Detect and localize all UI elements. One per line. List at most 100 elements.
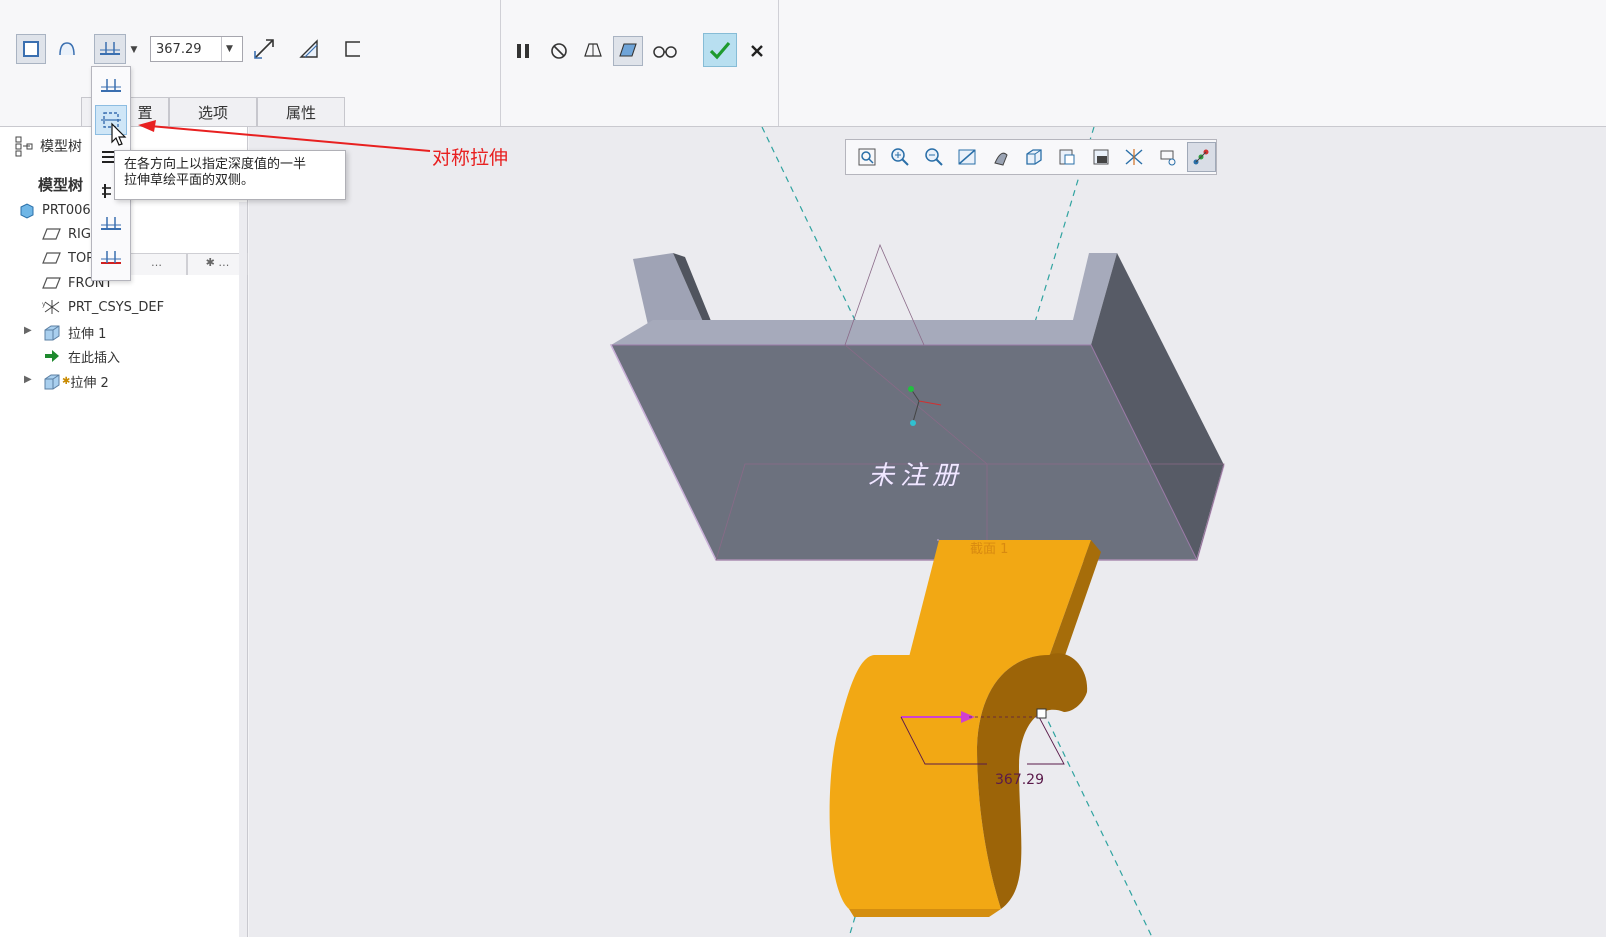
glasses-preview-button[interactable] [650, 36, 680, 66]
saved-views-icon [1026, 149, 1042, 165]
camera-icon [1093, 149, 1109, 165]
preview-geometry-button[interactable] [578, 36, 608, 66]
panel-mini-tabs: … ✱ … [126, 253, 248, 275]
ok-button[interactable] [703, 33, 737, 67]
blind-depth-icon [101, 79, 121, 92]
zoom-out-button[interactable] [919, 142, 948, 172]
svg-text:y: y [42, 301, 46, 308]
zoom-in-button[interactable] [885, 142, 914, 172]
perspective-view-button[interactable] [1086, 142, 1115, 172]
tree-item-right-plane[interactable]: RIG [42, 223, 91, 245]
spin-center-icon [1193, 149, 1209, 165]
tree-item-insert-here[interactable]: 在此插入 [42, 345, 120, 367]
chevron-down-icon[interactable]: ▼ [221, 37, 237, 61]
tree-item-extrude-1[interactable]: ▶ 拉伸 1 [24, 321, 107, 343]
tree-item-label: 拉伸 2 [70, 375, 109, 391]
depth-value: 367.29 [156, 41, 202, 57]
datum-display-button[interactable] [1120, 142, 1149, 172]
no-preview-button[interactable] [544, 36, 574, 66]
tooltip-line-1: 在各方向上以指定深度值的一半 [124, 157, 307, 172]
expand-arrow-icon[interactable]: ▶ [24, 374, 32, 385]
depth-option-to-intersect[interactable] [95, 243, 127, 273]
tree-item-label: PRT_CSYS_DEF [68, 299, 165, 315]
repaint-icon [958, 149, 976, 165]
u-part-top-rim [611, 320, 1091, 345]
depth-option-to-selected[interactable] [95, 209, 127, 239]
tree-item-part[interactable]: PRT006 [18, 199, 91, 221]
graphics-window[interactable] [249, 127, 1606, 937]
section-label: 截面 1 [970, 542, 1009, 557]
tree-item-label: 拉伸 1 [68, 326, 107, 342]
glasses-icon [653, 46, 677, 58]
no-preview-icon [551, 43, 567, 59]
ribbon: ▼ 367.29 ▼ 置 选项 属性 [0, 0, 1606, 127]
annotation-display-button[interactable] [1153, 142, 1182, 172]
model-tree-icon [15, 136, 33, 157]
datum-plane-icon [42, 277, 61, 289]
depth-option-blind[interactable] [95, 71, 127, 101]
saved-orientations-button[interactable] [1019, 142, 1048, 172]
zoom-out-icon [924, 148, 943, 166]
display-style-icon [993, 152, 1008, 166]
model-viewport[interactable] [249, 127, 1606, 937]
depth-dimension-label[interactable]: 367.29 [995, 772, 1044, 788]
expand-arrow-icon[interactable]: ▶ [24, 325, 32, 336]
unregistered-watermark: 未注册 [868, 461, 965, 491]
thicken-icon [345, 41, 360, 57]
annotation-display-icon [1160, 150, 1176, 166]
solid-extrude-button[interactable] [16, 34, 46, 64]
datum-display-icon [1125, 149, 1143, 165]
remove-material-button[interactable] [294, 34, 324, 64]
model-tree-subheader: 模型树 [38, 176, 84, 194]
depth-option-button[interactable] [94, 34, 126, 64]
repaint-button[interactable] [952, 142, 981, 172]
insert-here-icon [45, 350, 59, 362]
preview-curl-bottom [849, 909, 1001, 917]
datum-plane-icon [42, 252, 61, 264]
pause-button[interactable] [508, 36, 538, 66]
annotation-label: 对称拉伸 [432, 147, 509, 169]
mini-tab-1[interactable]: … [126, 253, 187, 275]
zoom-in-icon [891, 148, 909, 166]
extrude-icon [44, 325, 60, 341]
preview-geometry-icon [584, 43, 602, 57]
tree-item-label: PRT006 [42, 202, 91, 218]
solid-icon [23, 41, 39, 57]
tree-item-label: 在此插入 [68, 350, 121, 366]
checkmark-icon [709, 41, 731, 60]
spin-center-button[interactable] [1186, 142, 1216, 172]
datum-plane-icon [42, 228, 61, 240]
to-selected-icon [101, 217, 121, 230]
verify-mode-button[interactable] [613, 36, 643, 66]
view-manager-icon [1059, 149, 1075, 165]
cancel-button[interactable] [742, 36, 772, 66]
tree-item-extrude-2[interactable]: ▶ ✱ 拉伸 2 [24, 370, 109, 392]
drag-handle [1036, 708, 1047, 719]
ribbon-separator [778, 0, 779, 126]
depth-value-field[interactable]: 367.29 ▼ [150, 36, 243, 62]
tree-item-label: RIG [68, 226, 91, 242]
blind-depth-icon [100, 42, 120, 55]
display-style-button[interactable] [986, 142, 1015, 172]
thicken-sketch-button[interactable] [338, 34, 368, 64]
view-toolbar [845, 139, 1217, 175]
editing-marker-icon: ✱ [62, 375, 71, 387]
depth-option-dropdown-arrow[interactable]: ▼ [127, 38, 141, 62]
tree-item-top-plane[interactable]: TOP [42, 247, 94, 269]
annotation-arrow [138, 120, 431, 152]
tree-item-csys[interactable]: y PRT_CSYS_DEF [42, 296, 164, 318]
triad-z-marker [910, 420, 916, 426]
model-tree-title: 模型树 [40, 139, 82, 155]
refit-icon [858, 148, 876, 166]
model-tree-header[interactable]: 模型树 [14, 135, 82, 157]
surface-extrude-button[interactable] [52, 34, 82, 64]
view-manager-button[interactable] [1053, 142, 1082, 172]
surface-icon [59, 42, 75, 56]
mouse-cursor-icon [111, 122, 127, 146]
flip-direction-icon [254, 39, 274, 59]
tree-scrollbar[interactable] [239, 202, 247, 937]
feature-preview-icon [619, 43, 637, 57]
flip-direction-button[interactable] [249, 34, 279, 64]
ribbon-separator [500, 0, 501, 126]
refit-button[interactable] [852, 142, 881, 172]
